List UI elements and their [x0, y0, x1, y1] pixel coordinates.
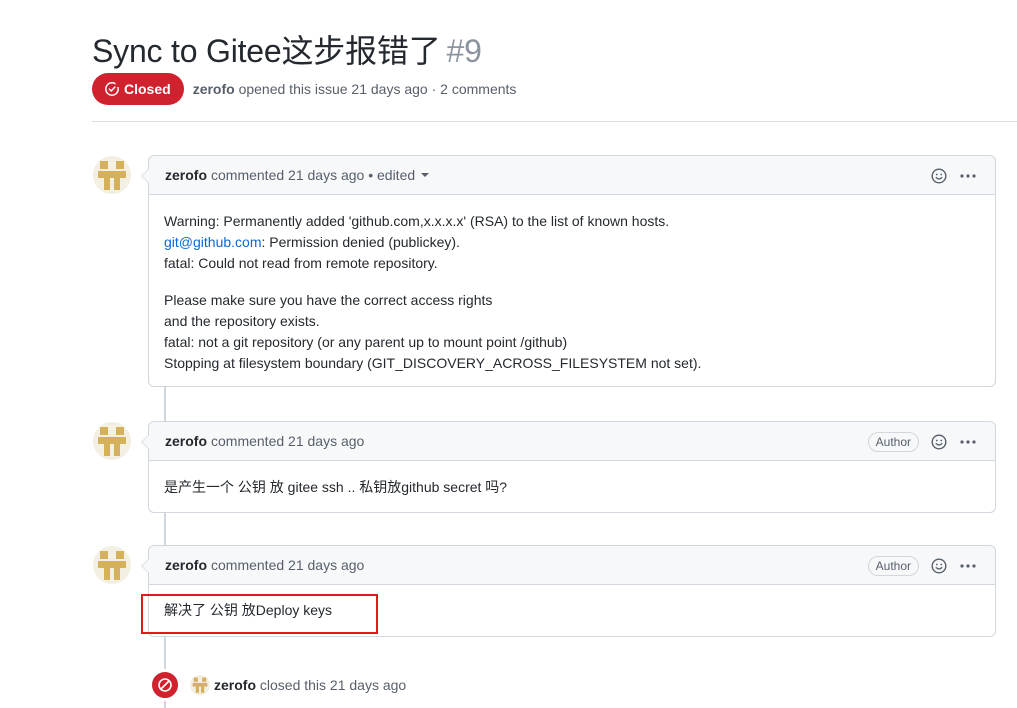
comment-author[interactable]: zerofo — [165, 557, 207, 573]
timeline-line — [164, 386, 166, 422]
comment-line: Stopping at filesystem boundary (GIT_DIS… — [164, 355, 702, 371]
comment-paragraph: Warning: Permanently added 'github.com,x… — [164, 213, 670, 271]
issue-number: #9 — [446, 33, 482, 69]
comment-paragraph: Please make sure you have the correct ac… — [164, 290, 980, 374]
issue-closed-icon — [105, 81, 120, 96]
issue-author-link[interactable]: zerofo — [193, 81, 235, 97]
comment-body: Warning: Permanently added 'github.com,x… — [149, 195, 995, 390]
smiley-icon[interactable] — [931, 557, 947, 574]
smiley-icon[interactable] — [931, 167, 947, 184]
kebab-horizontal-icon[interactable] — [959, 434, 977, 450]
timeline-line — [164, 512, 166, 546]
avatar[interactable] — [93, 546, 131, 584]
kebab-horizontal-icon[interactable] — [959, 558, 977, 574]
author-badge: Author — [867, 431, 919, 452]
chevron-down-icon[interactable] — [421, 173, 430, 177]
comment-header: zerofo commented 21 days ago • edited — [149, 156, 995, 195]
comment: zerofo commented 21 days ago Author 是产生一… — [141, 421, 996, 514]
comment: zerofo commented 21 days ago • edited Wa… — [141, 155, 996, 390]
comment-line: Please make sure you have the correct ac… — [164, 292, 493, 308]
avatar[interactable] — [93, 422, 131, 460]
avatar[interactable] — [93, 156, 131, 194]
comment-header: zerofo commented 21 days ago Author — [149, 546, 995, 585]
email-link[interactable]: git@github.com — [164, 234, 261, 250]
issue-state-label: Closed — [124, 81, 171, 97]
issue-meta-summary: opened this issue 21 days ago · 2 commen… — [238, 81, 517, 97]
comment-timestamp[interactable]: commented 21 days ago — [211, 433, 364, 449]
comment-author[interactable]: zerofo — [165, 167, 207, 183]
issue-title: Sync to Gitee这步报错了 #9 — [92, 26, 482, 72]
comment-timestamp[interactable]: commented 21 days ago — [211, 557, 364, 573]
header-divider — [92, 121, 1017, 122]
issue-state-badge: Closed — [92, 73, 184, 105]
author-badge: Author — [867, 555, 919, 576]
comment-timestamp[interactable]: commented 21 days ago • edited — [211, 167, 415, 183]
comment-line: fatal: Could not read from remote reposi… — [164, 255, 438, 271]
comment-actions — [931, 156, 977, 195]
event-text: zerofo closed this 21 days ago — [214, 677, 406, 693]
comment-text: 是产生一个 公钥 放 gitee ssh .. 私钥放github secret… — [164, 479, 508, 495]
comment-line: Permission denied (publickey). — [269, 234, 460, 250]
comment-line: Warning: Permanently added 'github.com,x… — [164, 213, 670, 229]
issue-title-text: Sync to Gitee这步报错了 — [92, 33, 441, 69]
highlight-box — [141, 594, 378, 634]
comment-author[interactable]: zerofo — [165, 433, 207, 449]
issue-meta: Closed zerofo opened this issue 21 days … — [92, 73, 516, 105]
smiley-icon[interactable] — [931, 433, 947, 450]
timeline-event-closed: zerofo closed this 21 days ago — [150, 669, 406, 701]
comment-line: fatal: not a git repository (or any pare… — [164, 334, 568, 350]
issue-meta-text: zerofo opened this issue 21 days ago · 2… — [193, 81, 517, 97]
event-description: closed this 21 days ago — [259, 677, 407, 693]
comment-actions: Author — [867, 546, 977, 585]
skip-icon — [150, 670, 180, 700]
event-actor[interactable]: zerofo — [214, 677, 256, 693]
avatar[interactable] — [190, 675, 210, 695]
comment-body: 是产生一个 公钥 放 gitee ssh .. 私钥放github secret… — [149, 461, 995, 514]
comment-actions: Author — [867, 422, 977, 461]
kebab-horizontal-icon[interactable] — [959, 168, 977, 184]
comment-line: and the repository exists. — [164, 313, 320, 329]
comment-header: zerofo commented 21 days ago Author — [149, 422, 995, 461]
